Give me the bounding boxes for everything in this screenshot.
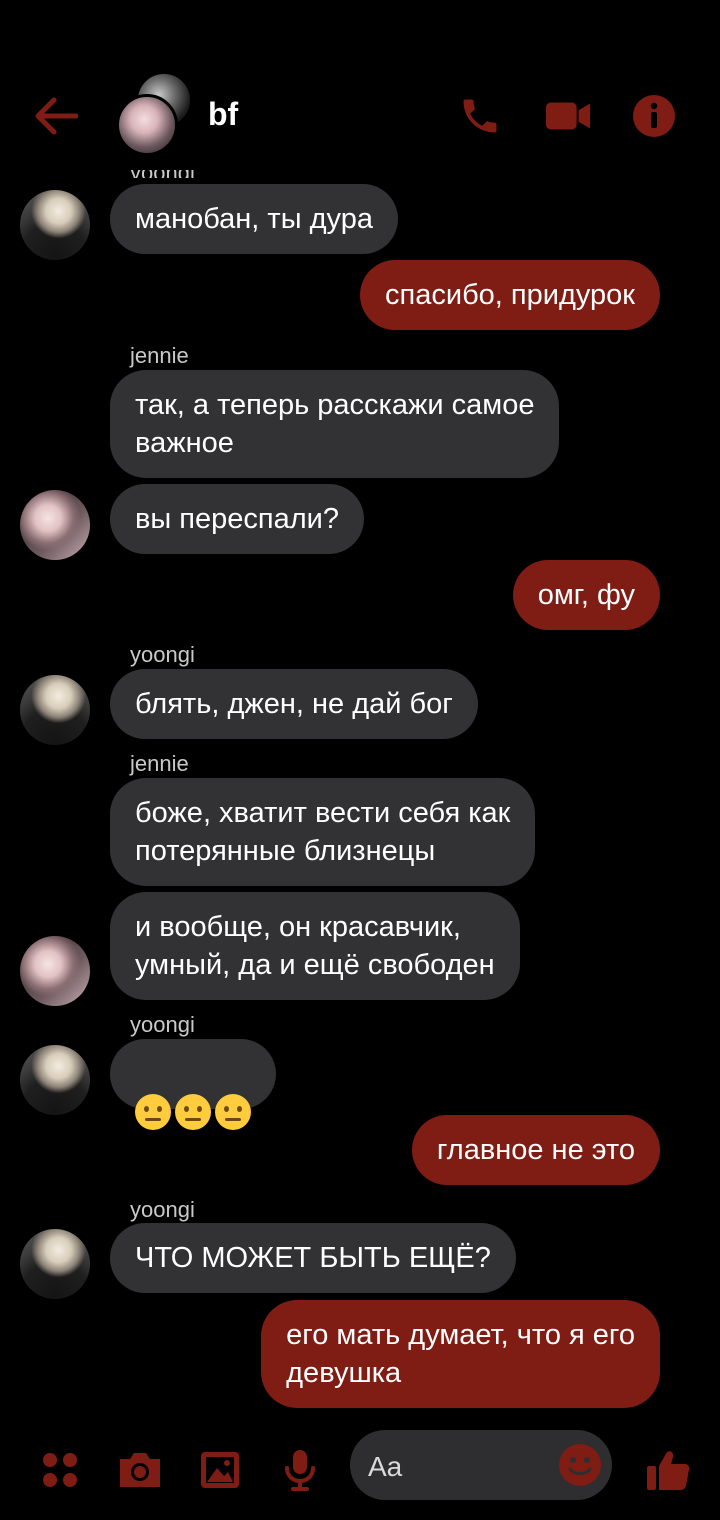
smiley-icon <box>559 1444 601 1486</box>
avatar <box>116 94 178 156</box>
avatar[interactable] <box>20 936 90 1006</box>
sender-name: jennie <box>130 751 189 776</box>
avatar[interactable] <box>20 190 90 260</box>
neutral-face-emoji-icon <box>175 1094 211 1130</box>
chat-screen: yoongi манобан, ты дура спасибо, придуро… <box>0 0 720 1520</box>
four-dots-icon <box>43 1453 77 1487</box>
sender-name: jennie <box>130 343 189 368</box>
thumbs-up-icon <box>647 1451 690 1490</box>
avatar[interactable] <box>20 1045 90 1115</box>
emoji-message[interactable] <box>110 1039 276 1130</box>
voice-message-button[interactable] <box>272 1442 328 1498</box>
message-bubble-outgoing[interactable]: спасибо, придурок <box>360 260 660 330</box>
avatar[interactable] <box>20 675 90 745</box>
camera-icon <box>120 1453 160 1487</box>
message-bubble-incoming[interactable]: и вообще, он красавчик, умный, да и ещё … <box>110 892 520 1000</box>
sender-name: yoongi <box>130 642 195 667</box>
more-actions-button[interactable] <box>32 1442 88 1498</box>
message-bubble-outgoing[interactable]: его мать думает, что я его девушка <box>261 1300 660 1408</box>
avatar[interactable] <box>20 1229 90 1299</box>
group-avatar[interactable] <box>114 72 192 156</box>
neutral-face-emoji-icon <box>135 1094 171 1130</box>
avatar[interactable] <box>20 490 90 560</box>
video-camera-icon <box>545 102 591 130</box>
chat-title[interactable]: bf <box>208 96 238 133</box>
message-bubble-incoming[interactable]: боже, хватит вести себя как потерянные б… <box>110 778 536 886</box>
message-bubble-incoming[interactable]: так, а теперь расскажи самое важное <box>110 370 560 478</box>
call-button[interactable] <box>456 92 504 140</box>
info-button[interactable] <box>630 92 678 140</box>
message-input[interactable]: Aa <box>350 1430 612 1500</box>
phone-icon <box>463 99 497 133</box>
message-bubble-incoming[interactable]: вы переспали? <box>110 484 364 554</box>
message-bubble-incoming[interactable]: манобан, ты дура <box>110 184 398 254</box>
emoji-button[interactable] <box>558 1443 602 1487</box>
message-bubble-outgoing[interactable]: омг, фу <box>512 560 660 630</box>
message-bubble-incoming[interactable]: блять, джен, не дай бог <box>110 669 478 739</box>
arrow-left-icon <box>35 97 78 135</box>
message-bubble-incoming[interactable]: ЧТО МОЖЕТ БЫТЬ ЕЩЁ? <box>110 1223 516 1293</box>
message-input-placeholder: Aa <box>368 1451 403 1482</box>
message-list[interactable]: yoongi манобан, ты дура спасибо, придуро… <box>0 0 720 1430</box>
info-icon <box>633 95 675 137</box>
video-call-button[interactable] <box>544 92 592 140</box>
sender-name: yoongi <box>130 1197 195 1222</box>
gallery-button[interactable] <box>192 1442 248 1498</box>
back-button[interactable] <box>32 92 80 140</box>
message-composer: Aa <box>0 1430 720 1520</box>
camera-button[interactable] <box>112 1442 168 1498</box>
image-icon <box>201 1452 239 1488</box>
microphone-icon <box>285 1450 315 1491</box>
chat-header: bf <box>0 0 720 170</box>
sender-name: yoongi <box>130 1012 195 1037</box>
neutral-face-emoji-icon <box>215 1094 251 1130</box>
like-button[interactable] <box>640 1442 696 1498</box>
message-bubble-outgoing[interactable]: главное не это <box>411 1115 660 1185</box>
